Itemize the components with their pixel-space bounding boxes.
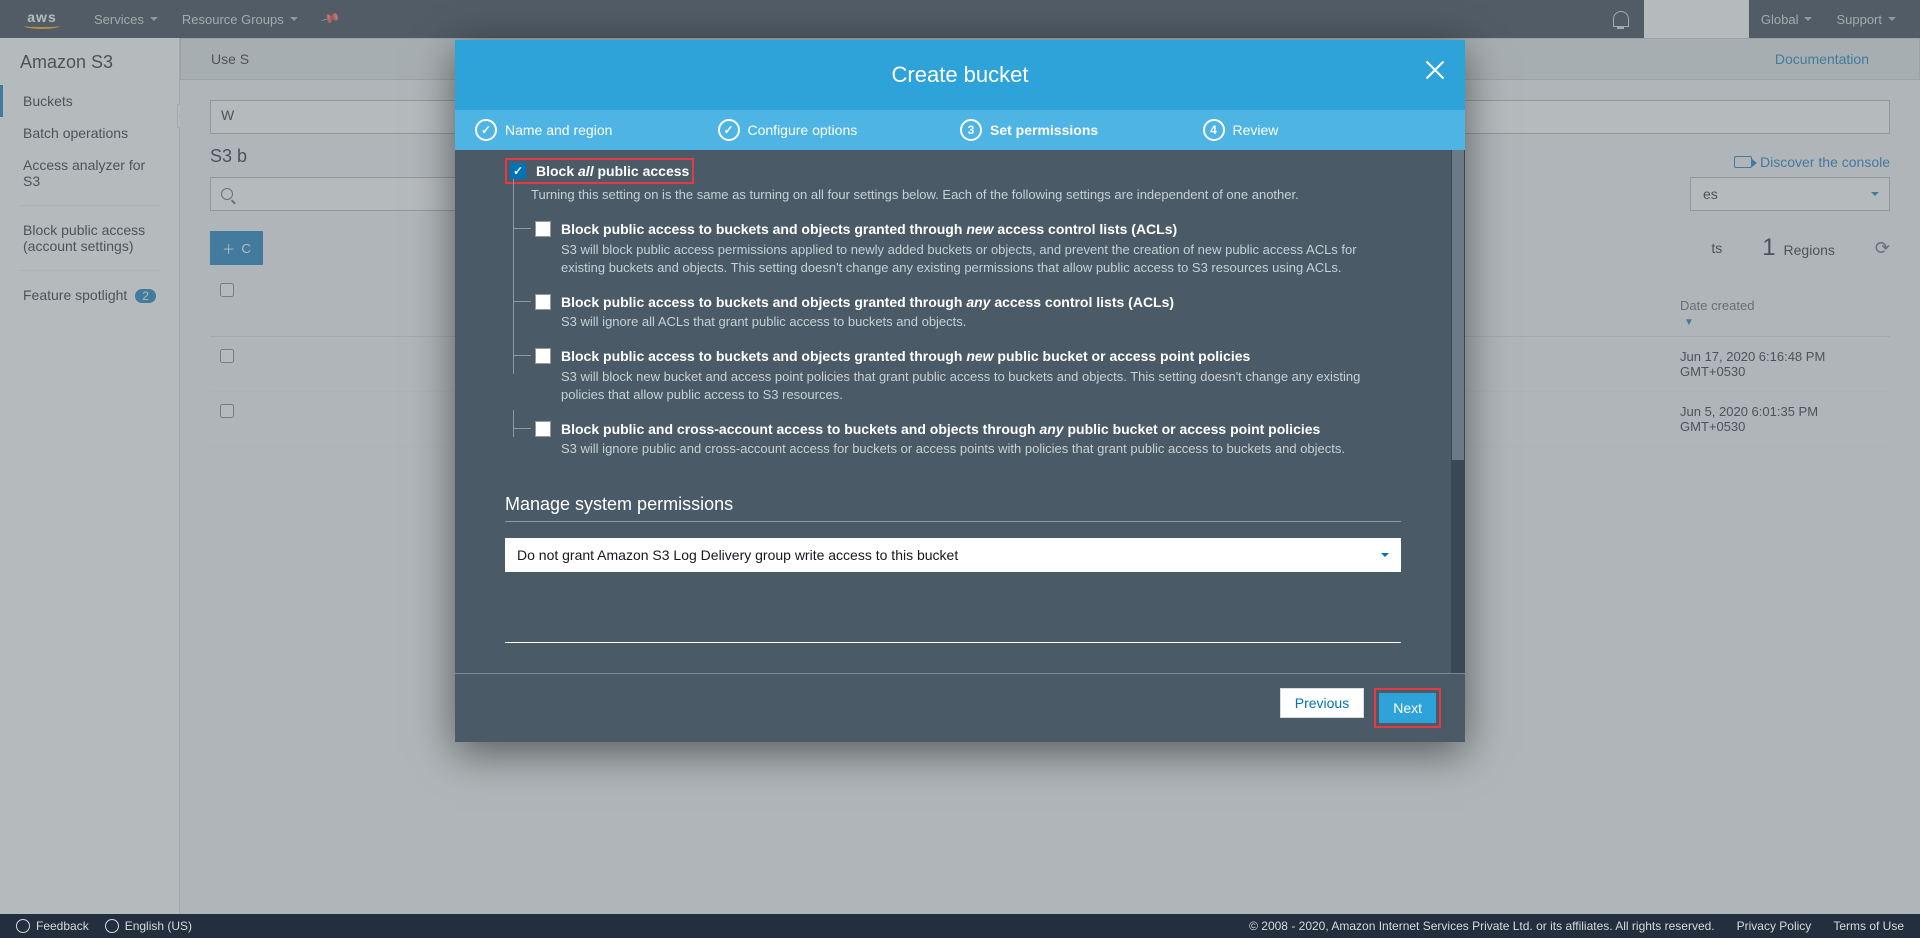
step-number-icon: 4 — [1203, 119, 1225, 141]
block-any-policy-label: Block public and cross-account access to… — [561, 420, 1401, 438]
log-delivery-select[interactable]: Do not grant Amazon S3 Log Delivery grou… — [505, 538, 1401, 572]
copyright-text: © 2008 - 2020, Amazon Internet Services … — [1249, 919, 1715, 933]
scrollbar-thumb[interactable] — [1452, 150, 1464, 460]
manage-permissions-title: Manage system permissions — [505, 494, 1401, 515]
block-new-acl-checkbox[interactable] — [535, 221, 551, 237]
scrollbar[interactable] — [1451, 150, 1465, 673]
step-set-permissions[interactable]: 3 Set permissions — [960, 119, 1203, 141]
check-icon — [718, 119, 740, 141]
block-any-policy-checkbox[interactable] — [535, 421, 551, 437]
wizard-steps: Name and region Configure options 3 Set … — [455, 110, 1465, 150]
step-number-icon: 3 — [960, 119, 982, 141]
step-name-region[interactable]: Name and region — [475, 119, 718, 141]
step-label: Review — [1233, 122, 1279, 138]
block-all-label: Block all public access — [536, 162, 689, 180]
step-configure-options[interactable]: Configure options — [718, 119, 961, 141]
block-any-acl-label: Block public access to buckets and objec… — [561, 293, 1401, 311]
close-icon[interactable] — [1423, 58, 1447, 82]
create-bucket-modal: Create bucket Name and region Configure … — [455, 40, 1465, 742]
block-any-acl-checkbox[interactable] — [535, 294, 551, 310]
privacy-link[interactable]: Privacy Policy — [1737, 919, 1812, 933]
feedback-link[interactable]: Feedback — [16, 919, 89, 934]
language-select[interactable]: English (US) — [105, 919, 192, 934]
divider — [505, 521, 1401, 522]
step-review[interactable]: 4 Review — [1203, 119, 1446, 141]
highlight-box: Next — [1374, 688, 1441, 728]
log-delivery-value: Do not grant Amazon S3 Log Delivery grou… — [517, 547, 958, 563]
step-label: Name and region — [505, 122, 612, 138]
block-new-policy-desc: S3 will block new bucket and access poin… — [561, 368, 1401, 404]
previous-button[interactable]: Previous — [1280, 688, 1364, 718]
block-new-acl-desc: S3 will block public access permissions … — [561, 241, 1401, 277]
chat-icon — [16, 919, 30, 933]
block-any-acl-desc: S3 will ignore all ACLs that grant publi… — [561, 313, 1401, 331]
check-icon — [475, 119, 497, 141]
block-all-checkbox[interactable] — [510, 163, 526, 179]
block-new-policy-checkbox[interactable] — [535, 348, 551, 364]
chevron-down-icon — [1381, 553, 1389, 557]
step-label: Set permissions — [990, 122, 1098, 138]
block-any-policy-desc: S3 will ignore public and cross-account … — [561, 440, 1401, 458]
modal-footer: Previous Next — [455, 673, 1465, 742]
block-new-acl-label: Block public access to buckets and objec… — [561, 220, 1401, 238]
modal-header: Create bucket — [455, 40, 1465, 110]
divider — [505, 642, 1401, 643]
modal-overlay[interactable]: Create bucket Name and region Configure … — [0, 0, 1920, 938]
block-new-policy-label: Block public access to buckets and objec… — [561, 347, 1401, 365]
terms-link[interactable]: Terms of Use — [1833, 919, 1904, 933]
next-button[interactable]: Next — [1379, 693, 1436, 723]
modal-title: Create bucket — [892, 62, 1029, 88]
highlight-box: Block all public access — [505, 158, 694, 184]
step-label: Configure options — [748, 122, 858, 138]
globe-icon — [105, 919, 119, 933]
footer: Feedback English (US) © 2008 - 2020, Ama… — [0, 914, 1920, 938]
block-all-desc: Turning this setting on is the same as t… — [531, 186, 1401, 204]
